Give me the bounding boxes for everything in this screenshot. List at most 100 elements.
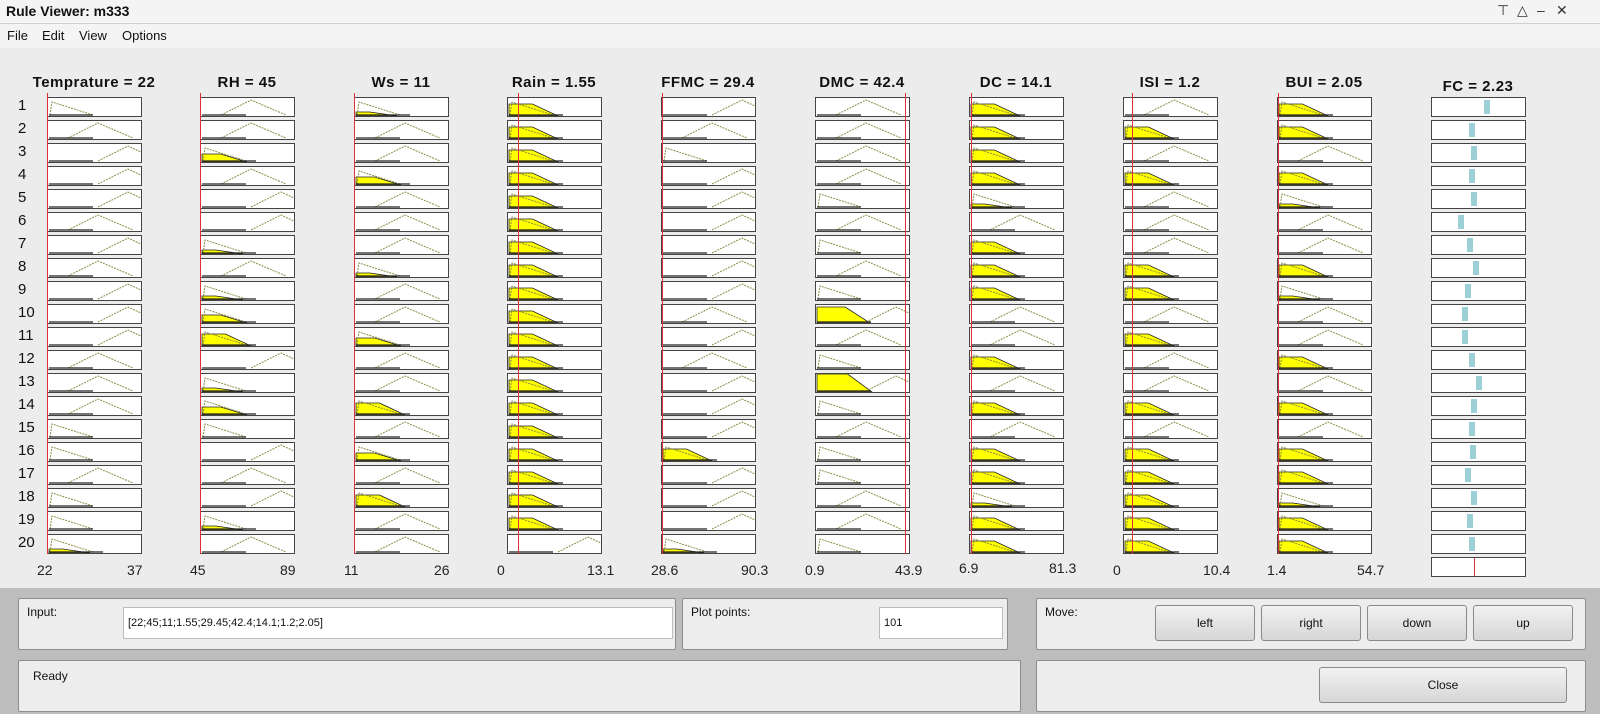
rule-cell[interactable]	[1277, 396, 1372, 416]
rule-cell[interactable]	[354, 143, 449, 163]
rule-cell[interactable]	[354, 373, 449, 393]
rule-cell[interactable]	[47, 350, 142, 370]
rule-cell[interactable]	[354, 442, 449, 462]
move-up-button[interactable]: up	[1473, 605, 1573, 641]
menu-file[interactable]: File	[7, 28, 28, 43]
plot-points-field[interactable]: 101	[879, 607, 1003, 639]
rule-cell[interactable]	[1277, 143, 1372, 163]
rule-cell[interactable]	[354, 511, 449, 531]
output-cell[interactable]	[1431, 373, 1526, 393]
output-cell[interactable]	[1431, 304, 1526, 324]
rule-cell[interactable]	[969, 534, 1064, 554]
output-cell[interactable]	[1431, 327, 1526, 347]
rule-cell[interactable]	[1277, 189, 1372, 209]
rule-cell[interactable]	[969, 465, 1064, 485]
rule-cell[interactable]	[1123, 235, 1218, 255]
rule-cell[interactable]	[1277, 120, 1372, 140]
rule-cell[interactable]	[969, 488, 1064, 508]
rule-cell[interactable]	[507, 488, 602, 508]
rule-cell[interactable]	[969, 281, 1064, 301]
rule-cell[interactable]	[200, 373, 295, 393]
rule-cell[interactable]	[200, 419, 295, 439]
rule-cell[interactable]	[507, 212, 602, 232]
rule-cell[interactable]	[354, 281, 449, 301]
rule-cell[interactable]	[661, 327, 756, 347]
rule-cell[interactable]	[661, 511, 756, 531]
rule-cell[interactable]	[200, 465, 295, 485]
output-cell[interactable]	[1431, 465, 1526, 485]
rule-cell[interactable]	[969, 143, 1064, 163]
rule-cell[interactable]	[815, 465, 910, 485]
rule-cell[interactable]	[47, 258, 142, 278]
rule-cell[interactable]	[47, 235, 142, 255]
rule-cell[interactable]	[661, 465, 756, 485]
rule-cell[interactable]	[354, 120, 449, 140]
output-cell[interactable]	[1431, 419, 1526, 439]
rule-cell[interactable]	[1277, 534, 1372, 554]
rule-cell[interactable]	[661, 235, 756, 255]
rule-cell[interactable]	[1123, 419, 1218, 439]
rule-cell[interactable]	[661, 120, 756, 140]
rule-cell[interactable]	[47, 373, 142, 393]
menu-edit[interactable]: Edit	[42, 28, 64, 43]
rule-cell[interactable]	[47, 327, 142, 347]
rule-cell[interactable]	[1277, 511, 1372, 531]
rule-cell[interactable]	[47, 212, 142, 232]
output-cell[interactable]	[1431, 166, 1526, 186]
rule-cell[interactable]	[1123, 97, 1218, 117]
rule-cell[interactable]	[47, 396, 142, 416]
rule-cell[interactable]	[507, 419, 602, 439]
rule-cell[interactable]	[47, 419, 142, 439]
input-value-line[interactable]	[200, 93, 201, 554]
rule-cell[interactable]	[200, 120, 295, 140]
rule-cell[interactable]	[1277, 350, 1372, 370]
rule-cell[interactable]	[354, 465, 449, 485]
rule-cell[interactable]	[661, 442, 756, 462]
rule-cell[interactable]	[200, 258, 295, 278]
rule-cell[interactable]	[815, 97, 910, 117]
rule-cell[interactable]	[969, 304, 1064, 324]
rule-cell[interactable]	[200, 235, 295, 255]
menu-view[interactable]: View	[79, 28, 107, 43]
rule-cell[interactable]	[1123, 396, 1218, 416]
rule-cell[interactable]	[969, 189, 1064, 209]
rule-cell[interactable]	[200, 189, 295, 209]
rule-cell[interactable]	[47, 143, 142, 163]
rule-cell[interactable]	[1277, 166, 1372, 186]
rule-cell[interactable]	[969, 419, 1064, 439]
output-aggregate-cell[interactable]	[1431, 557, 1526, 577]
rule-cell[interactable]	[815, 281, 910, 301]
rule-cell[interactable]	[200, 534, 295, 554]
rule-cell[interactable]	[507, 258, 602, 278]
rule-cell[interactable]	[354, 304, 449, 324]
rule-cell[interactable]	[47, 304, 142, 324]
rule-cell[interactable]	[969, 258, 1064, 278]
input-value-line[interactable]	[47, 93, 48, 554]
rule-cell[interactable]	[354, 419, 449, 439]
rule-cell[interactable]	[200, 511, 295, 531]
rule-cell[interactable]	[1123, 534, 1218, 554]
rule-cell[interactable]	[661, 304, 756, 324]
rule-cell[interactable]	[200, 212, 295, 232]
rule-cell[interactable]	[661, 143, 756, 163]
rule-plot-area[interactable]: 1 2 3 4 5 6 7 8 9 10 11 12 13 14 15 16 17 18 19 20 Tempratur…	[0, 48, 1600, 588]
close-icon[interactable]: ✕	[1556, 2, 1568, 19]
rule-cell[interactable]	[47, 281, 142, 301]
rule-cell[interactable]	[47, 166, 142, 186]
rule-cell[interactable]	[1277, 258, 1372, 278]
rule-cell[interactable]	[507, 235, 602, 255]
rule-cell[interactable]	[200, 488, 295, 508]
rule-cell[interactable]	[354, 189, 449, 209]
rule-cell[interactable]	[354, 97, 449, 117]
rule-cell[interactable]	[200, 97, 295, 117]
move-down-button[interactable]: down	[1367, 605, 1467, 641]
rule-cell[interactable]	[661, 488, 756, 508]
output-cell[interactable]	[1431, 534, 1526, 554]
rule-cell[interactable]	[507, 189, 602, 209]
output-cell[interactable]	[1431, 511, 1526, 531]
rule-cell[interactable]	[1123, 189, 1218, 209]
rule-cell[interactable]	[661, 534, 756, 554]
output-cell[interactable]	[1431, 235, 1526, 255]
rule-cell[interactable]	[507, 281, 602, 301]
rule-cell[interactable]	[200, 442, 295, 462]
